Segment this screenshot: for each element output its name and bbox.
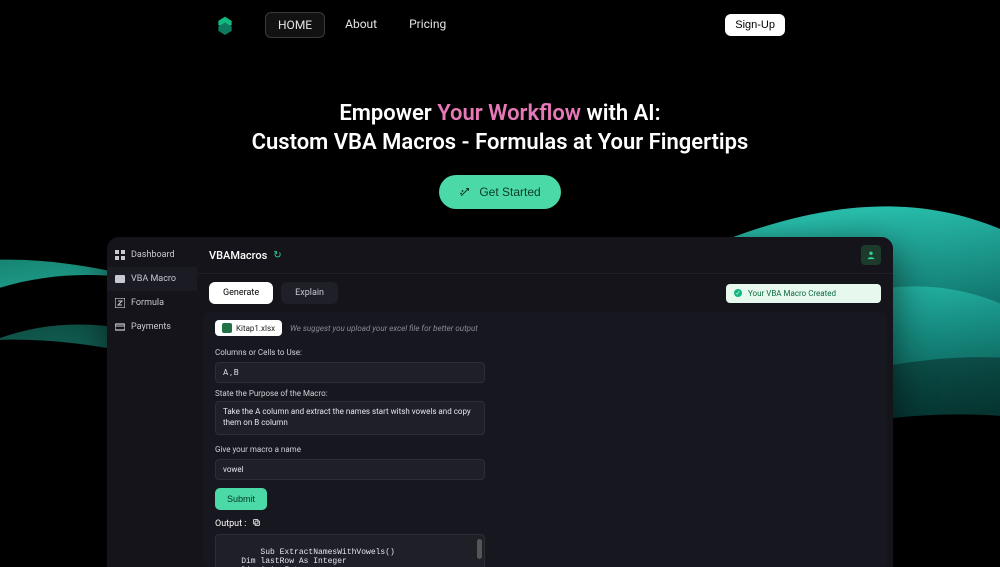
purpose-label: State the Purpose of the Macro: — [215, 389, 875, 398]
sidebar-item-label: Dashboard — [131, 250, 175, 260]
submit-button[interactable]: Submit — [215, 488, 267, 510]
nav-about[interactable]: About — [333, 12, 389, 38]
hero-heading: Empower Your Workflow with AI: Custom VB… — [0, 100, 1000, 157]
hero-accent: Your Workflow — [437, 101, 581, 126]
nav-pricing[interactable]: Pricing — [397, 12, 458, 38]
sidebar-item-label: Formula — [131, 298, 164, 308]
vba-icon — [115, 274, 125, 284]
main-area: VBAMacros ↻ Generate Explain ✓ Your VBA … — [197, 237, 893, 567]
toast-success: ✓ Your VBA Macro Created — [726, 284, 881, 303]
file-chip[interactable]: Kitap1.xlsx — [215, 320, 282, 336]
output-label: Output : — [215, 518, 875, 530]
excel-icon — [222, 323, 232, 333]
user-avatar[interactable] — [861, 245, 881, 265]
signup-button[interactable]: Sign-Up — [725, 14, 785, 36]
code-output[interactable]: Sub ExtractNamesWithVowels() Dim lastRow… — [215, 534, 485, 567]
columns-input[interactable] — [215, 362, 485, 383]
form: Kitap1.xlsx We suggest you upload your e… — [203, 312, 887, 567]
copy-icon[interactable] — [252, 518, 261, 530]
macro-name-label: Give your macro a name — [215, 445, 875, 454]
wand-icon — [459, 186, 471, 198]
sidebar-item-label: Payments — [131, 322, 171, 332]
tab-generate[interactable]: Generate — [209, 282, 273, 304]
columns-label: Columns or Cells to Use: — [215, 348, 875, 357]
macro-name-input[interactable] — [215, 459, 485, 480]
dashboard-icon — [115, 250, 125, 260]
nav-links: HOME About Pricing — [265, 12, 458, 38]
formula-icon — [115, 298, 125, 308]
scrollbar[interactable] — [477, 539, 482, 559]
upload-hint: We suggest you upload your excel file fo… — [290, 324, 478, 333]
sidebar: Dashboard VBA Macro Formula Payments — [107, 237, 197, 567]
sidebar-item-label: VBA Macro — [131, 274, 176, 284]
app-panel: Dashboard VBA Macro Formula Payments VBA… — [107, 237, 893, 567]
sidebar-item-payments[interactable]: Payments — [107, 315, 197, 339]
tab-explain[interactable]: Explain — [281, 282, 338, 304]
check-icon: ✓ — [734, 289, 742, 297]
refresh-icon[interactable]: ↻ — [273, 250, 281, 261]
hero: Empower Your Workflow with AI: Custom VB… — [0, 100, 1000, 209]
user-icon — [866, 250, 876, 260]
purpose-input[interactable]: Take the A column and extract the names … — [215, 401, 485, 435]
payments-icon — [115, 322, 125, 332]
sidebar-item-vba-macro[interactable]: VBA Macro — [107, 267, 197, 291]
get-started-button[interactable]: Get Started — [439, 175, 560, 209]
sidebar-item-dashboard[interactable]: Dashboard — [107, 243, 197, 267]
nav-home[interactable]: HOME — [265, 12, 325, 38]
main-header: VBAMacros ↻ — [197, 237, 893, 274]
toolbar: Generate Explain ✓ Your VBA Macro Create… — [197, 274, 893, 312]
sidebar-item-formula[interactable]: Formula — [107, 291, 197, 315]
top-nav: HOME About Pricing Sign-Up — [0, 0, 1000, 50]
logo-icon — [215, 15, 235, 35]
page-title: VBAMacros — [209, 249, 267, 262]
